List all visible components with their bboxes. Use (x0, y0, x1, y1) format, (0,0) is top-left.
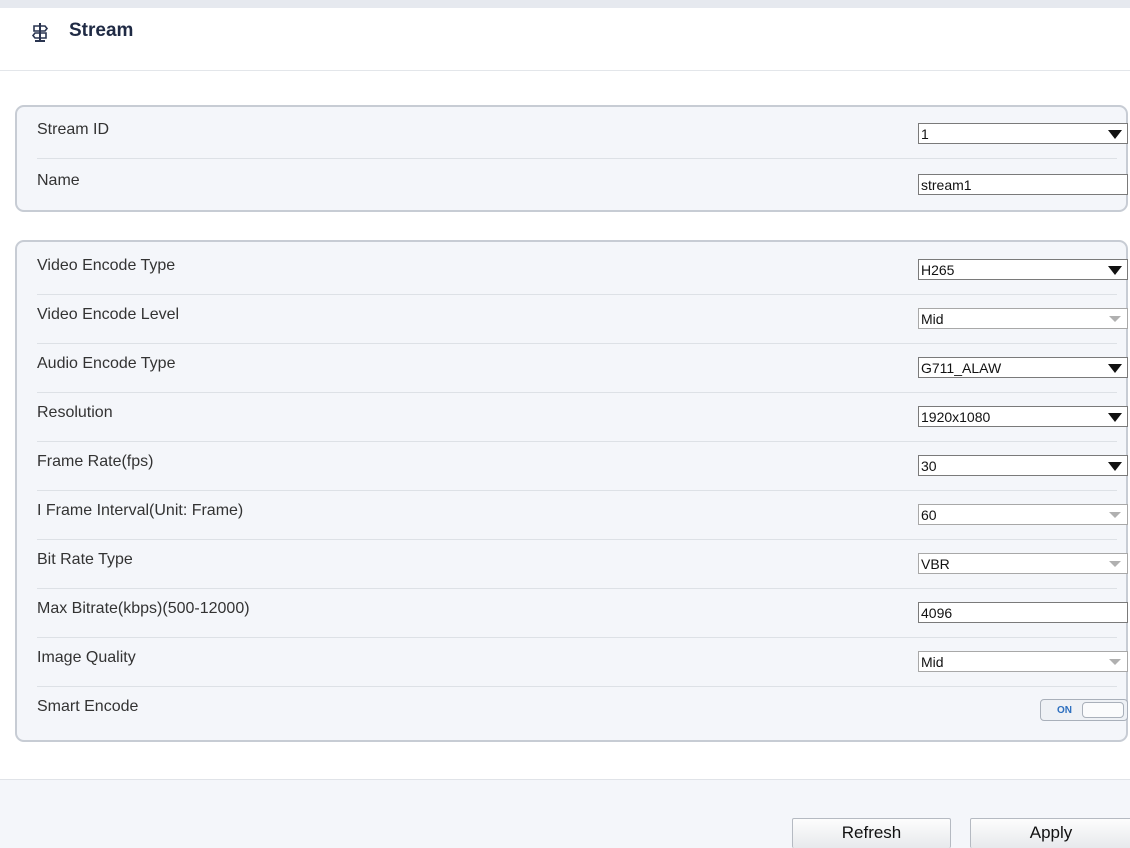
video-encode-level-label: Video Encode Level (37, 306, 180, 323)
top-strip (0, 0, 1130, 8)
bit-rate-type-value: VBR (921, 556, 950, 572)
chevron-down-icon (1109, 561, 1121, 567)
signpost-icon (31, 23, 49, 42)
bit-rate-type-label: Bit Rate Type (37, 551, 133, 568)
max-bitrate-row: Max Bitrate(kbps)(500-12000) 4096 (37, 587, 1128, 638)
video-encode-type-select[interactable]: H265 (918, 259, 1128, 280)
stream-id-select[interactable]: 1 (918, 123, 1128, 144)
name-input[interactable]: stream1 (918, 174, 1128, 195)
bit-rate-type-row: Bit Rate Type VBR (37, 538, 1128, 589)
i-frame-interval-row: I Frame Interval(Unit: Frame) 60 (37, 489, 1128, 540)
smart-encode-toggle[interactable]: ON (1040, 699, 1128, 721)
chevron-down-icon (1108, 364, 1122, 373)
image-quality-value: Mid (921, 654, 944, 670)
audio-encode-type-value: G711_ALAW (921, 360, 1002, 376)
video-encode-type-label: Video Encode Type (37, 257, 176, 274)
image-quality-label: Image Quality (37, 649, 136, 666)
video-encode-level-value: Mid (921, 311, 944, 327)
chevron-down-icon (1109, 512, 1121, 518)
name-label: Name (37, 172, 80, 189)
footer-divider (0, 779, 1130, 780)
frame-rate-row: Frame Rate(fps) 30 (37, 440, 1128, 491)
audio-encode-type-select[interactable]: G711_ALAW (918, 357, 1128, 378)
i-frame-interval-label: I Frame Interval(Unit: Frame) (37, 502, 244, 519)
resolution-label: Resolution (37, 404, 113, 421)
toggle-knob (1082, 702, 1124, 718)
max-bitrate-label: Max Bitrate(kbps)(500-12000) (37, 600, 250, 617)
max-bitrate-input[interactable]: 4096 (918, 602, 1128, 623)
smart-encode-label: Smart Encode (37, 698, 139, 715)
i-frame-interval-select[interactable]: 60 (918, 504, 1128, 525)
bit-rate-type-select[interactable]: VBR (918, 553, 1128, 574)
stream-id-value: 1 (921, 126, 929, 142)
stream-id-label: Stream ID (37, 121, 110, 138)
video-encode-type-row: Video Encode Type H265 (37, 244, 1128, 295)
stream-panel: Stream ID 1 Name stream1 (15, 105, 1128, 212)
toggle-state-label: ON (1057, 705, 1072, 716)
smart-encode-row: Smart Encode ON (37, 685, 1128, 735)
max-bitrate-value: 4096 (921, 605, 953, 621)
video-encode-type-value: H265 (921, 262, 955, 278)
page-title: Stream (69, 20, 134, 41)
encode-panel: Video Encode Type H265 Video Encode Leve… (15, 240, 1128, 742)
image-quality-select[interactable]: Mid (918, 651, 1128, 672)
chevron-down-icon (1108, 266, 1122, 275)
chevron-down-icon (1109, 316, 1121, 322)
apply-button[interactable]: Apply (970, 818, 1130, 848)
audio-encode-type-row: Audio Encode Type G711_ALAW (37, 342, 1128, 393)
page-header: Stream (0, 8, 1130, 71)
refresh-button[interactable]: Refresh (792, 818, 951, 848)
audio-encode-type-label: Audio Encode Type (37, 355, 176, 372)
name-value: stream1 (921, 177, 972, 193)
video-encode-level-row: Video Encode Level Mid (37, 293, 1128, 344)
resolution-value: 1920x1080 (921, 409, 991, 425)
chevron-down-icon (1108, 130, 1122, 139)
frame-rate-label: Frame Rate(fps) (37, 453, 154, 470)
video-encode-level-select[interactable]: Mid (918, 308, 1128, 329)
frame-rate-value: 30 (921, 458, 937, 474)
stream-id-row: Stream ID 1 (37, 108, 1128, 159)
resolution-row: Resolution 1920x1080 (37, 391, 1128, 442)
chevron-down-icon (1108, 413, 1122, 422)
name-row: Name stream1 (37, 159, 1128, 209)
frame-rate-select[interactable]: 30 (918, 455, 1128, 476)
i-frame-interval-value: 60 (921, 507, 937, 523)
resolution-select[interactable]: 1920x1080 (918, 406, 1128, 427)
chevron-down-icon (1108, 462, 1122, 471)
image-quality-row: Image Quality Mid (37, 636, 1128, 687)
chevron-down-icon (1109, 659, 1121, 665)
